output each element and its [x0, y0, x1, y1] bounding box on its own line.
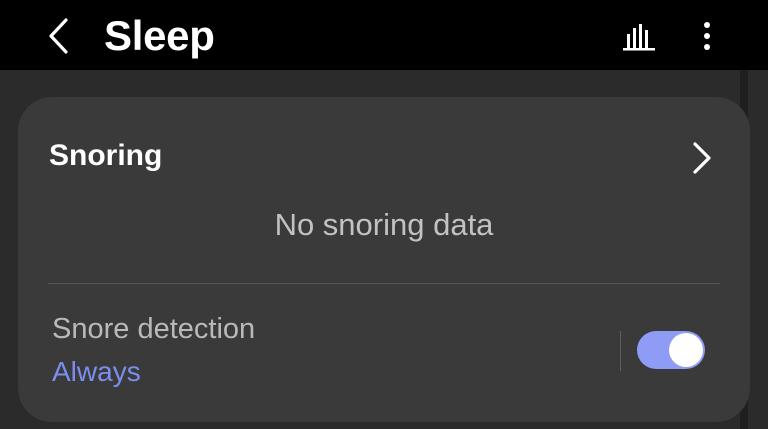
trends-button[interactable]	[616, 14, 662, 58]
page-title: Sleep	[104, 12, 215, 59]
vertical-divider	[620, 331, 621, 371]
snoring-card: Snoring No snoring data Snore detection …	[18, 97, 750, 422]
empty-state-text: No snoring data	[274, 207, 494, 242]
back-button[interactable]	[34, 12, 82, 60]
setting-label: Snore detection	[52, 313, 256, 345]
bar-chart-icon	[623, 24, 655, 51]
more-options-button[interactable]	[688, 14, 726, 58]
card-title: Snoring	[49, 139, 163, 172]
snore-detection-setting[interactable]: Snore detection Always	[18, 285, 750, 405]
back-arrow-icon	[49, 18, 68, 54]
chevron-right-icon	[693, 142, 711, 174]
more-vertical-icon	[704, 22, 710, 50]
setting-value: Always	[52, 356, 141, 387]
snoring-header[interactable]: Snoring No snoring data	[18, 97, 750, 242]
snore-detection-toggle[interactable]	[637, 331, 705, 369]
divider	[48, 283, 720, 284]
toggle-knob	[669, 333, 703, 367]
app-bar: Sleep	[0, 0, 768, 70]
sleep-screen: Sleep Snoring No snoring data Snore dete…	[0, 0, 768, 429]
